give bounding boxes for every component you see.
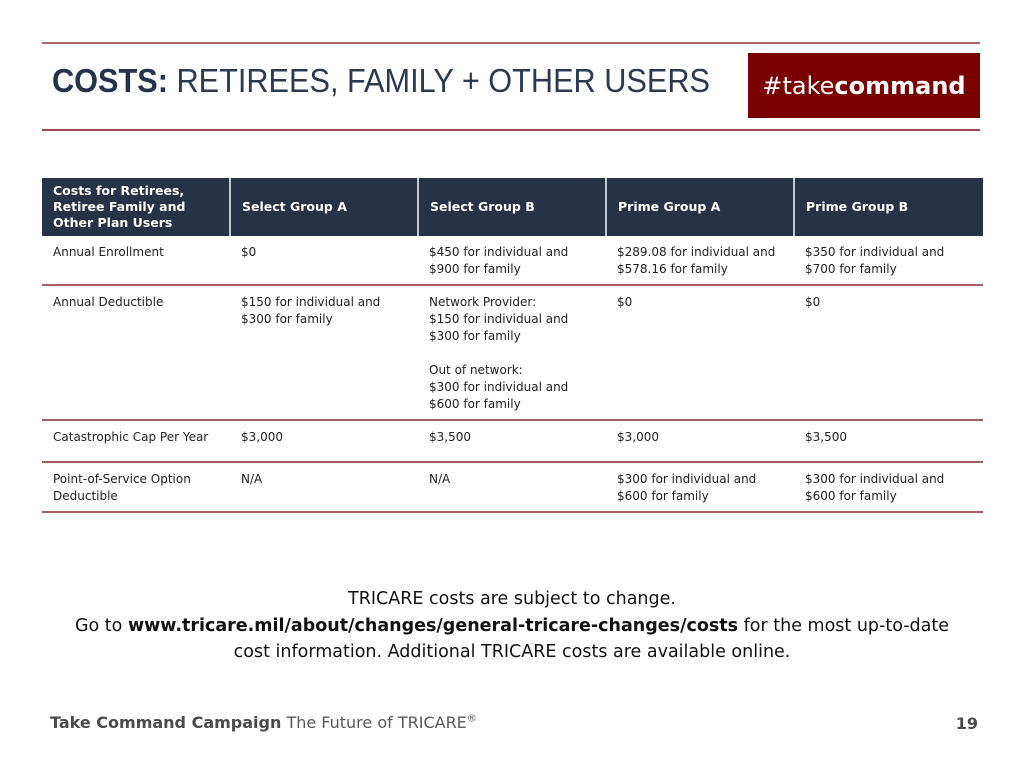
table-header-row: Costs for Retirees, Retiree Family and O… bbox=[42, 178, 983, 236]
table-row: Annual Enrollment $0 $450 for individual… bbox=[42, 236, 983, 286]
slide-title: COSTS: RETIREES, FAMILY + OTHER USERS bbox=[52, 62, 710, 100]
more-info-line3: cost information. Additional TRICARE cos… bbox=[233, 642, 791, 662]
table-cell: $3,500 bbox=[794, 420, 983, 463]
row-label: Annual Deductible bbox=[42, 285, 230, 421]
footer-campaign: Take Command Campaign The Future of TRIC… bbox=[50, 713, 477, 732]
column-header: Select Group B bbox=[417, 178, 606, 236]
table-cell: $3,000 bbox=[606, 420, 794, 463]
table-cell: $300 for individual and $600 for family bbox=[794, 462, 983, 513]
table-cell: $0 bbox=[230, 236, 418, 286]
row-label: Annual Enrollment bbox=[42, 236, 230, 286]
page-number: 19 bbox=[955, 714, 978, 733]
column-header: Costs for Retirees, Retiree Family and O… bbox=[42, 178, 230, 236]
registered-mark: ® bbox=[466, 713, 477, 725]
table-row: Annual Deductible $150 for individual an… bbox=[42, 285, 983, 421]
table-cell: $0 bbox=[606, 285, 794, 421]
header-bottom-rule bbox=[42, 129, 980, 131]
out-of-network-text: Out of network: $300 for individual and … bbox=[429, 363, 569, 411]
costs-link[interactable]: www.tricare.mil/about/changes/general-tr… bbox=[128, 616, 738, 636]
takecommand-badge: #take command bbox=[748, 53, 980, 118]
costs-table: Costs for Retirees, Retiree Family and O… bbox=[42, 178, 983, 513]
table-row: Point-of-Service Option Deductible N/A N… bbox=[42, 462, 983, 513]
badge-light-text: #take bbox=[762, 71, 835, 100]
table-cell: $300 for individual and $600 for family bbox=[606, 462, 794, 513]
title-bold: COSTS: bbox=[52, 62, 168, 99]
footer-campaign-rest: The Future of TRICARE bbox=[281, 713, 467, 732]
table-cell: N/A bbox=[418, 462, 606, 513]
footer-campaign-bold: Take Command Campaign bbox=[50, 713, 282, 732]
title-rest: RETIREES, FAMILY + OTHER USERS bbox=[167, 62, 710, 99]
table-cell: $350 for individual and $700 for family bbox=[794, 236, 983, 286]
row-label: Point-of-Service Option Deductible bbox=[42, 462, 230, 513]
column-header: Select Group A bbox=[229, 178, 418, 236]
top-rule bbox=[42, 42, 980, 44]
table-cell: Network Provider: $150 for individual an… bbox=[418, 285, 606, 421]
table-cell: $150 for individual and $300 for family bbox=[230, 285, 418, 421]
column-header: Prime Group B bbox=[793, 178, 983, 236]
table-cell: N/A bbox=[230, 462, 418, 513]
table-cell: $289.08 for individual and $578.16 for f… bbox=[606, 236, 794, 286]
table-cell: $3,000 bbox=[230, 420, 418, 463]
column-header: Prime Group A bbox=[605, 178, 794, 236]
more-info-suffix: for the most up-to-date bbox=[738, 616, 950, 636]
disclaimer-line: TRICARE costs are subject to change. bbox=[348, 589, 676, 609]
badge-bold-text: command bbox=[834, 71, 966, 100]
table-cell: $0 bbox=[794, 285, 983, 421]
more-info-prefix: Go to bbox=[74, 616, 128, 636]
table-row: Catastrophic Cap Per Year $3,000 $3,500 … bbox=[42, 420, 983, 463]
table-cell: $3,500 bbox=[418, 420, 606, 463]
more-info-text: Go to www.tricare.mil/about/changes/gene… bbox=[42, 613, 982, 665]
network-provider-text: Network Provider: $150 for individual an… bbox=[429, 295, 569, 343]
row-label: Catastrophic Cap Per Year bbox=[42, 420, 230, 463]
table-cell: $450 for individual and $900 for family bbox=[418, 236, 606, 286]
